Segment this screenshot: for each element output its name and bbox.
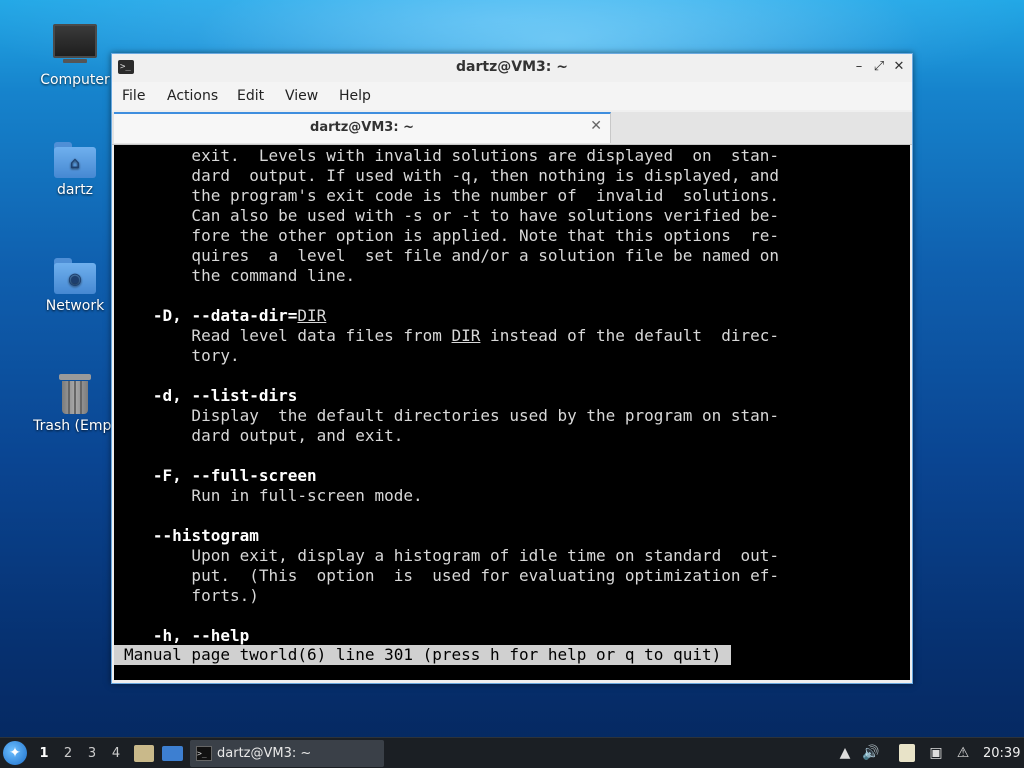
workspace-1[interactable]: 1: [33, 738, 55, 768]
tab-terminal[interactable]: dartz@VM3: ~ ✕: [114, 112, 611, 143]
option-arg: DIR: [451, 326, 481, 345]
workspace-2[interactable]: 2: [57, 738, 79, 768]
tab-label: dartz@VM3: ~: [310, 120, 414, 135]
window-title: dartz@VM3: ~: [456, 59, 568, 75]
tab-close-icon[interactable]: ✕: [590, 118, 602, 134]
clipboard-icon[interactable]: [899, 744, 915, 762]
terminal-line: forts.): [124, 586, 259, 605]
menu-edit[interactable]: Edit: [237, 88, 264, 104]
terminal-line: exit. Levels with invalid solutions are …: [124, 146, 780, 165]
close-button[interactable]: ✕: [890, 58, 908, 76]
menu-help[interactable]: Help: [339, 88, 371, 104]
terminal-line: the command line.: [124, 266, 356, 285]
terminal-line: dard output, and exit.: [124, 426, 404, 445]
tray-scroll-icon[interactable]: ▲: [836, 744, 854, 762]
terminal-window: >_ dartz@VM3: ~ – ⤢ ✕ File Actions Edit …: [111, 53, 913, 684]
terminal-line: put. (This option is used for evaluating…: [124, 566, 780, 585]
pager-status-line: Manual page tworld(6) line 301 (press h …: [114, 645, 732, 665]
menubar: File Actions Edit View Help: [112, 82, 912, 110]
terminal-line: the program's exit code is the number of…: [124, 186, 780, 205]
network-folder-icon: ◉: [54, 258, 96, 294]
desktop: Computer ⌂ dartz ◉ Network Trash (Empt >…: [0, 0, 1024, 768]
taskbar: ✦ 1 2 3 4 >_ dartz@VM3: ~ ▲ 🔊 ▣ ⚠ 20:39: [0, 737, 1024, 768]
network-icon[interactable]: ▣: [927, 744, 945, 762]
option-list-dirs: -d, --list-dirs: [124, 386, 779, 406]
task-label: dartz@VM3: ~: [217, 746, 312, 761]
clock[interactable]: 20:39: [983, 738, 1020, 768]
option-flag: -F, --full-screen: [152, 466, 317, 485]
terminal-line: Read level data files from DIR instead o…: [124, 326, 780, 345]
updates-icon[interactable]: ⚠: [954, 744, 972, 762]
volume-icon[interactable]: 🔊: [862, 744, 880, 762]
window-titlebar[interactable]: >_ dartz@VM3: ~ – ⤢ ✕: [112, 54, 912, 82]
terminal-line: fore the other option is applied. Note t…: [124, 226, 780, 245]
terminal-line: dard output. If used with -q, then nothi…: [124, 166, 780, 185]
option-full-screen: -F, --full-screen: [124, 466, 779, 486]
home-folder-icon: ⌂: [54, 142, 96, 178]
terminal-line: tory.: [124, 346, 240, 365]
option-help: -h, --help: [124, 626, 779, 646]
option-data-dir: -D, --data-dir=DIR: [124, 306, 779, 326]
taskbar-task-terminal[interactable]: >_ dartz@VM3: ~: [190, 740, 384, 767]
maximize-button[interactable]: ⤢: [870, 58, 888, 76]
terminal-line: Upon exit, display a histogram of idle t…: [124, 546, 780, 565]
tab-bar: dartz@VM3: ~ ✕: [112, 112, 912, 145]
option-histogram: --histogram: [124, 526, 779, 546]
option-flag: -d, --list-dirs: [152, 386, 298, 405]
menu-actions[interactable]: Actions: [167, 88, 218, 104]
workspace-4[interactable]: 4: [105, 738, 127, 768]
terminal-line: Run in full-screen mode.: [124, 486, 423, 505]
option-arg: DIR: [297, 306, 327, 325]
workspace-3[interactable]: 3: [81, 738, 103, 768]
option-flag: -D, --data-dir=: [152, 306, 298, 325]
minimize-button[interactable]: –: [850, 58, 868, 76]
show-desktop-icon[interactable]: [162, 746, 183, 761]
start-menu-button[interactable]: ✦: [3, 741, 27, 765]
terminal-line: quires a level set file and/or a solutio…: [124, 246, 780, 265]
option-flag: --histogram: [152, 526, 259, 545]
trash-icon: [59, 374, 91, 414]
menu-view[interactable]: View: [285, 88, 318, 104]
computer-icon: [53, 24, 97, 63]
man-page-text: exit. Levels with invalid solutions are …: [124, 146, 779, 646]
terminal-line: Can also be used with -s or -t to have s…: [124, 206, 780, 225]
menu-file[interactable]: File: [122, 88, 145, 104]
terminal-line: Display the default directories used by …: [124, 406, 780, 425]
terminal-task-icon: >_: [196, 746, 212, 761]
terminal-output[interactable]: exit. Levels with invalid solutions are …: [114, 145, 910, 680]
option-flag: -h, --help: [152, 626, 250, 645]
file-manager-launcher-icon[interactable]: [134, 745, 154, 762]
